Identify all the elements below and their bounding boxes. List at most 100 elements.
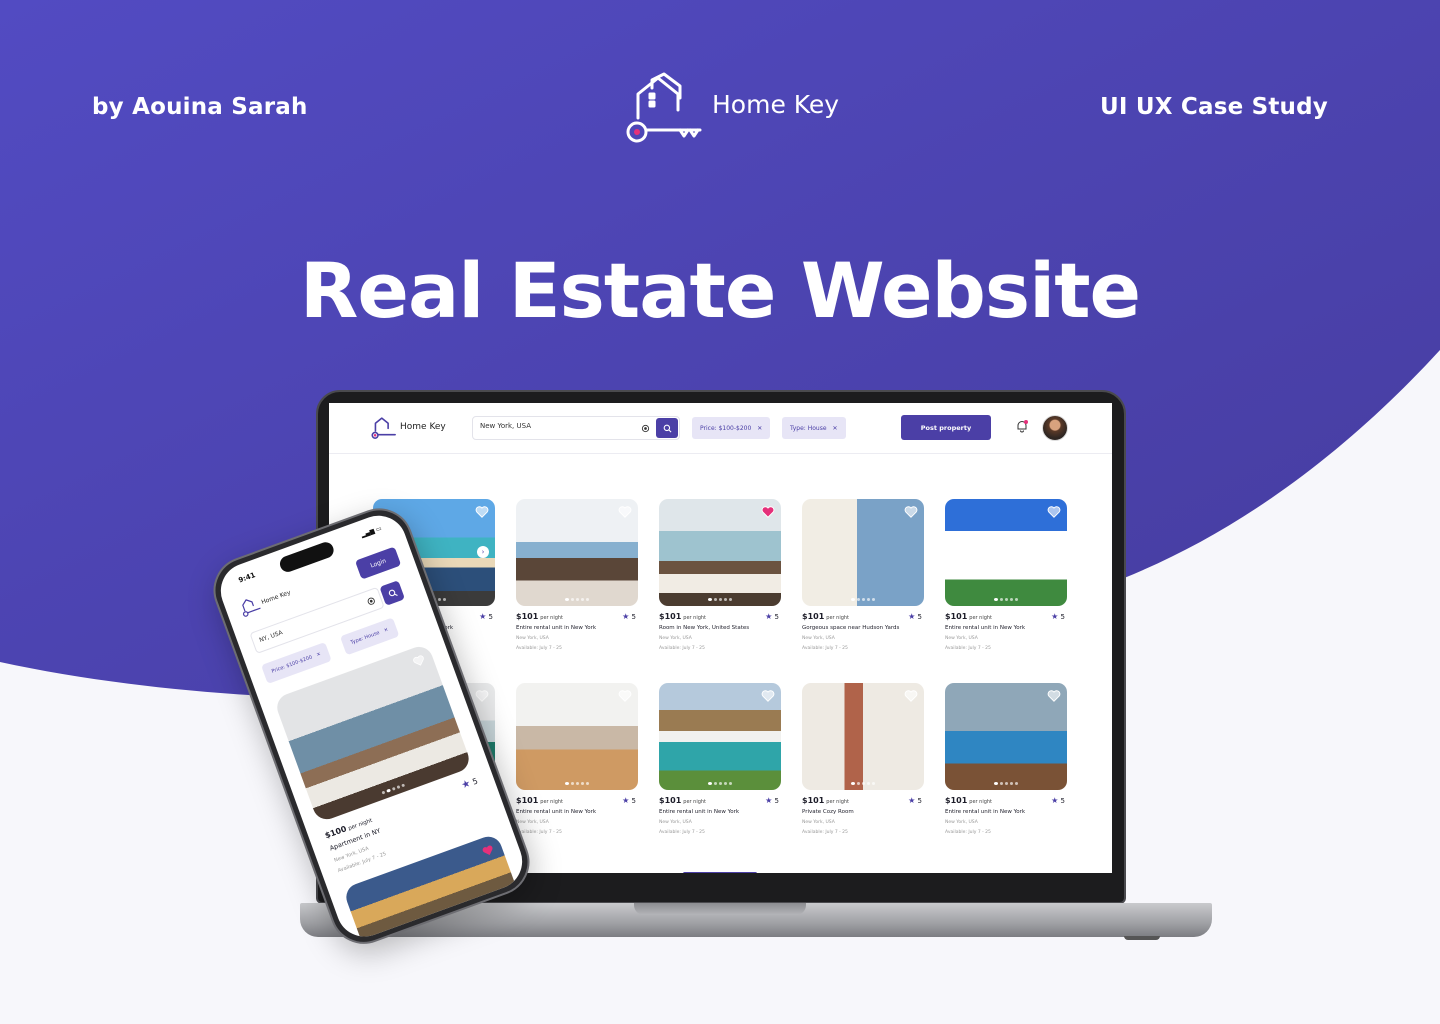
filter-chip-label: Price: $100-$200 bbox=[700, 424, 752, 432]
listing-price: $101per night bbox=[945, 796, 993, 805]
carousel-dots[interactable] bbox=[708, 598, 732, 601]
filter-chip-label: Type: House bbox=[349, 629, 381, 646]
bell-icon[interactable] bbox=[1015, 419, 1029, 433]
listing-photo[interactable] bbox=[802, 683, 924, 790]
listing-photo[interactable] bbox=[659, 683, 781, 790]
close-icon[interactable]: ✕ bbox=[833, 425, 838, 432]
close-icon[interactable]: ✕ bbox=[757, 425, 762, 432]
filter-chip-label: Price: $100-$200 bbox=[270, 654, 314, 675]
avatar[interactable] bbox=[1042, 415, 1068, 441]
carousel-dots[interactable] bbox=[994, 782, 1018, 785]
listing-availability: Available: July 7 - 25 bbox=[659, 646, 705, 651]
chevron-right-icon[interactable]: › bbox=[477, 546, 489, 558]
post-property-button[interactable]: Post property bbox=[901, 415, 991, 440]
listing-card[interactable]: $101per night ★ 5 Entire rental unit in Ne… bbox=[516, 499, 638, 667]
listing-card[interactable]: $101per night ★ 5 Entire rental unit in Ne… bbox=[659, 683, 781, 851]
heart-icon[interactable] bbox=[475, 689, 489, 703]
listing-photo[interactable] bbox=[516, 683, 638, 790]
filter-chip-type[interactable]: Type: House ✕ bbox=[782, 417, 846, 439]
listing-rating: ★ 5 bbox=[460, 776, 480, 792]
listing-availability: Available: July 7 - 25 bbox=[516, 830, 562, 835]
carousel-dots[interactable] bbox=[851, 782, 875, 785]
listing-rating: ★ 5 bbox=[908, 612, 922, 621]
listing-price: $101per night bbox=[802, 796, 850, 805]
desktop-logo[interactable]: Home Key bbox=[371, 416, 446, 440]
brand-name: Home Key bbox=[712, 89, 840, 119]
star-icon: ★ bbox=[1051, 796, 1059, 805]
listing-location: New York, USA bbox=[802, 820, 835, 825]
carousel-dots[interactable] bbox=[994, 598, 1018, 601]
listing-location: New York, USA bbox=[516, 636, 549, 641]
heart-icon[interactable] bbox=[618, 505, 632, 519]
listing-card[interactable]: $101per night ★ 5 Entire rental unit in Ne… bbox=[945, 499, 1067, 667]
listing-card[interactable]: $101per night ★ 5 Entire rental unit in Ne… bbox=[516, 683, 638, 851]
locate-icon[interactable] bbox=[365, 595, 377, 607]
heart-icon[interactable] bbox=[904, 505, 918, 519]
listing-title: Entire rental unit in New York bbox=[516, 625, 597, 631]
carousel-dots[interactable] bbox=[851, 598, 875, 601]
home-key-logo-icon bbox=[626, 72, 702, 143]
desktop-search-button[interactable] bbox=[656, 418, 678, 438]
heart-icon[interactable] bbox=[1047, 505, 1061, 519]
listing-photo[interactable] bbox=[659, 499, 781, 606]
laptop-foot bbox=[1124, 936, 1160, 940]
listing-location: New York, USA bbox=[659, 636, 692, 641]
heart-icon[interactable] bbox=[904, 689, 918, 703]
listing-title: Gorgeous space near Hudson Yards bbox=[802, 625, 900, 631]
listing-rating: ★ 5 bbox=[908, 796, 922, 805]
listing-card[interactable]: $101 per night ★ 5 Room in New York, United… bbox=[659, 499, 781, 667]
mobile-search-button[interactable] bbox=[379, 580, 406, 606]
carousel-dots[interactable] bbox=[381, 783, 406, 795]
star-icon: ★ bbox=[765, 796, 773, 805]
listing-price: $101per night bbox=[659, 612, 707, 621]
search-icon bbox=[663, 424, 671, 432]
listing-photo[interactable] bbox=[802, 499, 924, 606]
listing-photo[interactable] bbox=[945, 499, 1067, 606]
listing-location: New York, USA bbox=[659, 820, 692, 825]
heart-icon[interactable] bbox=[480, 843, 495, 858]
filter-chip-label: Type: House bbox=[790, 424, 827, 432]
locate-icon[interactable] bbox=[641, 424, 650, 433]
signal-battery-icon: ▂▄▆ ▭ bbox=[360, 525, 383, 539]
listing-rating: ★ 5 bbox=[622, 612, 636, 621]
heart-icon[interactable] bbox=[761, 505, 775, 519]
listing-photo[interactable] bbox=[516, 499, 638, 606]
listing-availability: Available: July 7 - 25 bbox=[659, 830, 705, 835]
listing-title: Room in New York, United States bbox=[659, 625, 750, 631]
listing-location: New York, USA bbox=[945, 820, 978, 825]
listing-availability: Available: July 7 - 25 bbox=[802, 646, 848, 651]
heart-icon[interactable] bbox=[1047, 689, 1061, 703]
carousel-dots[interactable] bbox=[565, 598, 589, 601]
close-icon[interactable]: ✕ bbox=[316, 651, 322, 658]
filter-chip-type[interactable]: Type: House ✕ bbox=[339, 617, 400, 656]
carousel-dots[interactable] bbox=[565, 782, 589, 785]
carousel-dots[interactable] bbox=[708, 782, 732, 785]
listing-photo[interactable] bbox=[945, 683, 1067, 790]
listing-rating: ★ 5 bbox=[622, 796, 636, 805]
star-icon: ★ bbox=[479, 612, 487, 621]
listing-card[interactable]: $101 per night ★ 5 Gorgeous space near Huds… bbox=[802, 499, 924, 667]
star-icon: ★ bbox=[765, 612, 773, 621]
listing-rating: ★ 5 bbox=[479, 612, 493, 621]
listing-price: $101per night bbox=[802, 612, 850, 621]
listing-card[interactable]: $101per night ★ 5 Entire rental unit in Ne… bbox=[945, 683, 1067, 851]
desktop-search-input[interactable] bbox=[480, 422, 630, 430]
listing-rating: ★ 5 bbox=[1051, 796, 1065, 805]
scroll-indicator[interactable] bbox=[683, 872, 757, 873]
heart-icon[interactable] bbox=[411, 653, 426, 668]
heart-icon[interactable] bbox=[475, 505, 489, 519]
filter-chip-price[interactable]: Price: $100-$200 ✕ bbox=[692, 417, 771, 439]
listing-price: $101per night bbox=[516, 796, 564, 805]
author-credit: by Aouina Sarah bbox=[92, 94, 308, 120]
login-button[interactable]: Login bbox=[354, 546, 402, 580]
listing-price: $101per night bbox=[516, 612, 564, 621]
desktop-search-field[interactable] bbox=[472, 416, 680, 440]
listing-card[interactable]: $101 per night ★ 5 Private Cozy Room New Yor… bbox=[802, 683, 924, 851]
mobile-logo[interactable]: Home Key bbox=[238, 583, 294, 618]
heart-icon[interactable] bbox=[761, 689, 775, 703]
close-icon[interactable]: ✕ bbox=[383, 627, 389, 634]
listing-rating: ★ 5 bbox=[765, 612, 779, 621]
heart-icon[interactable] bbox=[618, 689, 632, 703]
listing-title: Private Cozy Room bbox=[802, 809, 854, 815]
listing-location: New York, USA bbox=[516, 820, 549, 825]
